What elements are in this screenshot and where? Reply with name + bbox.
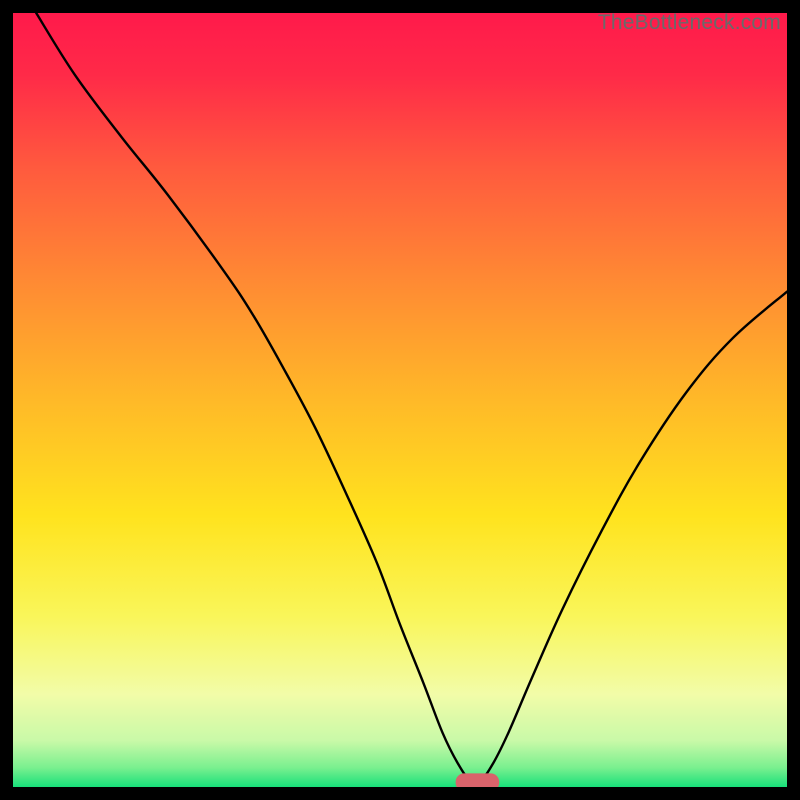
watermark-label: TheBottleneck.com [598, 11, 781, 35]
gradient-background [13, 13, 787, 787]
optimal-marker [456, 774, 499, 787]
bottleneck-chart [13, 13, 787, 787]
chart-frame: TheBottleneck.com [13, 13, 787, 787]
